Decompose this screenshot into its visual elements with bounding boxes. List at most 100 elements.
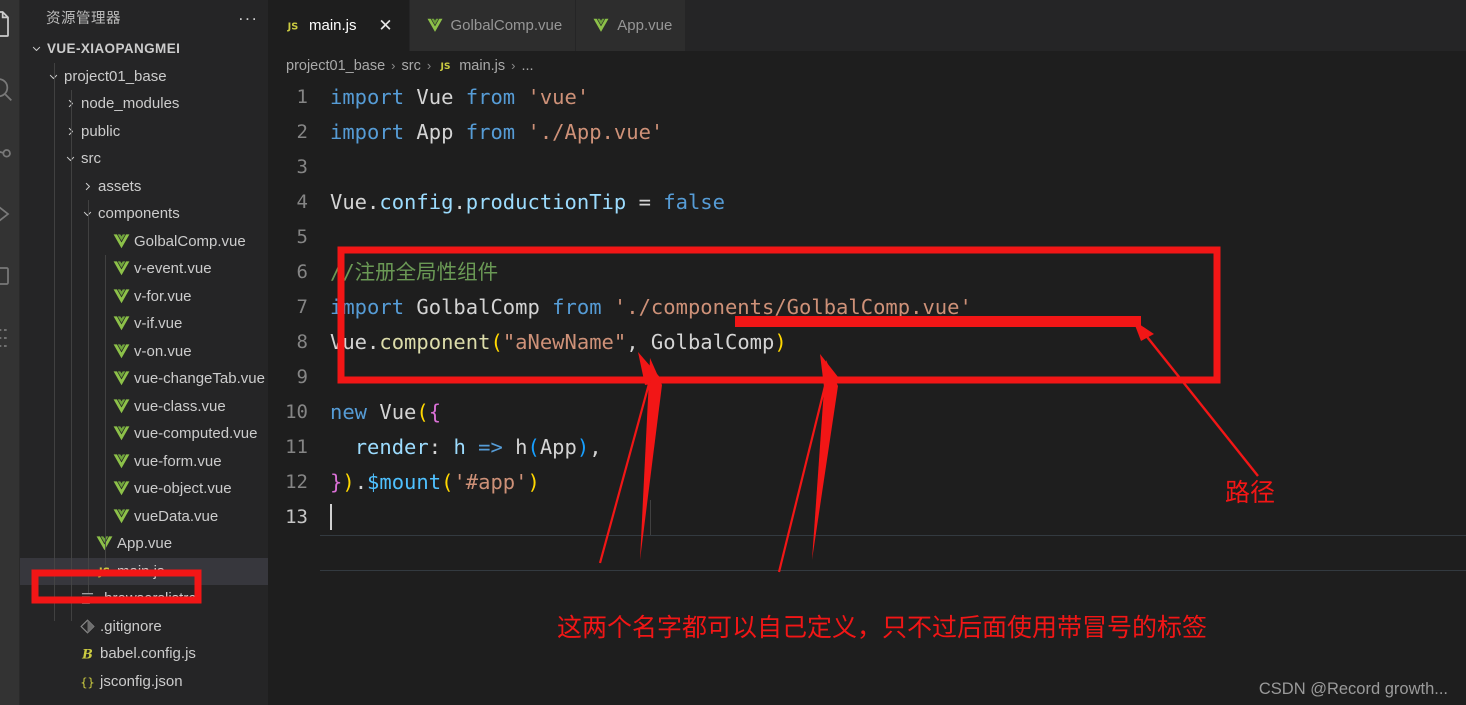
tree-item-label: vue-class.vue	[134, 397, 226, 415]
code-line[interactable]: 6 //注册全局性组件	[268, 255, 1466, 290]
tree-item-components[interactable]: components	[20, 200, 268, 228]
code-line-text: //注册全局性组件	[330, 260, 499, 284]
tree-item-project01-base[interactable]: project01_base	[20, 63, 268, 91]
tree-item-gitignore[interactable]: .gitignore	[20, 613, 268, 641]
tree-item-vue-changetab-vue[interactable]: vue-changeTab.vue	[20, 365, 268, 393]
explorer-header: 资源管理器 ···	[20, 0, 268, 35]
tree-item-v-event-vue[interactable]: v-event.vue	[20, 255, 268, 283]
code-line[interactable]: 11 render: h => h(App),	[268, 430, 1466, 465]
code-line[interactable]: 9	[268, 360, 1466, 395]
source-control-icon[interactable]	[0, 140, 16, 172]
tab-main-js[interactable]: JS main.js ✕	[268, 0, 410, 51]
tree-indent-guide	[105, 255, 106, 565]
tree-item-v-for-vue[interactable]: v-for.vue	[20, 283, 268, 311]
line-number: 2	[296, 121, 308, 143]
twisty-placeholder	[96, 233, 112, 249]
code-line[interactable]: 3	[268, 150, 1466, 185]
tree-item-golbalcomp-vue[interactable]: GolbalComp.vue	[20, 228, 268, 256]
tree-item-v-on-vue[interactable]: v-on.vue	[20, 338, 268, 366]
vue-icon	[426, 17, 444, 35]
code-line[interactable]: 5	[268, 220, 1466, 255]
tree-item-public[interactable]: public	[20, 118, 268, 146]
line-number: 10	[285, 401, 308, 423]
code-line-text: new Vue({	[330, 400, 442, 424]
twisty-placeholder	[62, 673, 78, 689]
tree-item-node-modules[interactable]: node_modules	[20, 90, 268, 118]
line-number: 5	[296, 226, 308, 248]
chevron-right-icon[interactable]	[62, 96, 78, 112]
code-line[interactable]: 12}).$mount('#app')	[268, 465, 1466, 500]
code-line-text: import GolbalComp from './components/Gol…	[330, 295, 972, 319]
tab-label: App.vue	[617, 17, 673, 34]
chevron-down-icon[interactable]	[45, 68, 61, 84]
tree-item-label: vue-computed.vue	[134, 425, 258, 443]
code-line[interactable]: 4 Vue.config.productionTip = false	[268, 185, 1466, 220]
vue-icon	[112, 369, 131, 388]
line-number: 3	[296, 156, 308, 178]
tab-app-vue[interactable]: App.vue	[576, 0, 687, 51]
close-icon[interactable]: ✕	[376, 16, 396, 36]
breadcrumb-part[interactable]: src	[402, 58, 421, 74]
tree-item-v-if-vue[interactable]: v-if.vue	[20, 310, 268, 338]
vue-icon	[112, 342, 131, 361]
editor-group: JS main.js ✕ GolbalComp.vue App.vue project0…	[268, 0, 1466, 705]
vue-icon	[112, 259, 131, 278]
tree-item-main-js[interactable]: JS main.js	[20, 557, 268, 585]
tree-indent-guide	[54, 63, 55, 621]
chevron-down-icon[interactable]	[28, 41, 44, 57]
code-line[interactable]: 2 import App from './App.vue'	[268, 115, 1466, 150]
run-debug-icon[interactable]	[0, 198, 16, 230]
breadcrumb-part[interactable]: project01_base	[286, 58, 385, 74]
tree-item-label: vue-object.vue	[134, 480, 232, 498]
breadcrumb: project01_base › src › JS main.js ›...	[268, 51, 1466, 80]
chevron-down-icon[interactable]	[62, 151, 78, 167]
twisty-placeholder	[96, 426, 112, 442]
file-tree: VUE-XIAOPANGMEI project01_base node_module…	[20, 35, 268, 695]
watermark: CSDN @Record growth...	[1258, 680, 1448, 698]
tree-item-label: main.js	[117, 562, 165, 580]
code-line[interactable]: 7 import GolbalComp from './components/Go…	[268, 290, 1466, 325]
tree-item-label: jsconfig.json	[100, 672, 183, 690]
tree-item-jsconfig-json[interactable]: {} jsconfig.json	[20, 668, 268, 696]
tree-item-label: v-for.vue	[134, 287, 192, 305]
tree-item-vue-computed-vue[interactable]: vue-computed.vue	[20, 420, 268, 448]
code-line[interactable]: 13	[268, 500, 1466, 535]
tree-item-browserslistrc[interactable]: .browserslistrc	[20, 585, 268, 613]
more-actions-icon[interactable]: ···	[238, 9, 258, 26]
remote-explorer-icon[interactable]	[0, 322, 16, 354]
tab-label: GolbalComp.vue	[450, 17, 563, 34]
js-icon: JS	[284, 17, 302, 35]
search-icon[interactable]	[0, 73, 16, 105]
tree-item-babel-config-js[interactable]: Bbabel.config.js	[20, 640, 268, 668]
tree-item-label: vueData.vue	[134, 507, 219, 525]
extensions-icon[interactable]	[0, 260, 16, 292]
tree-item-vue-xiaopangmei[interactable]: VUE-XIAOPANGMEI	[20, 35, 268, 63]
tree-item-vue-class-vue[interactable]: vue-class.vue	[20, 393, 268, 421]
babel-icon: B	[78, 644, 97, 663]
tree-item-assets[interactable]: assets	[20, 173, 268, 201]
tree-item-label: vue-form.vue	[134, 452, 222, 470]
line-number: 12	[285, 471, 308, 493]
tree-item-vuedata-vue[interactable]: vueData.vue	[20, 503, 268, 531]
chevron-right-icon[interactable]	[79, 178, 95, 194]
chevron-right-icon[interactable]	[62, 123, 78, 139]
explorer-icon[interactable]	[0, 8, 16, 40]
tree-item-vue-form-vue[interactable]: vue-form.vue	[20, 448, 268, 476]
breadcrumb-part[interactable]: main.js	[459, 58, 505, 74]
tree-item-vue-object-vue[interactable]: vue-object.vue	[20, 475, 268, 503]
vue-icon	[112, 397, 131, 416]
tree-item-app-vue[interactable]: App.vue	[20, 530, 268, 558]
tree-item-label: GolbalComp.vue	[134, 232, 246, 250]
tab-golbalcomp-vue[interactable]: GolbalComp.vue	[409, 0, 577, 51]
line-number: 11	[285, 436, 308, 458]
tree-item-src[interactable]: src	[20, 145, 268, 173]
tree-indent-guide	[88, 200, 89, 593]
chevron-down-icon[interactable]	[79, 206, 95, 222]
vue-icon	[112, 479, 131, 498]
breadcrumb-part[interactable]: ...	[521, 58, 533, 74]
code-line[interactable]: 8 Vue.component("aNewName", GolbalComp)	[268, 325, 1466, 360]
code-line[interactable]: 10 new Vue({	[268, 395, 1466, 430]
current-line-border	[320, 535, 1466, 536]
vue-icon	[112, 287, 131, 306]
code-line[interactable]: 1 import Vue from 'vue'	[268, 80, 1466, 115]
